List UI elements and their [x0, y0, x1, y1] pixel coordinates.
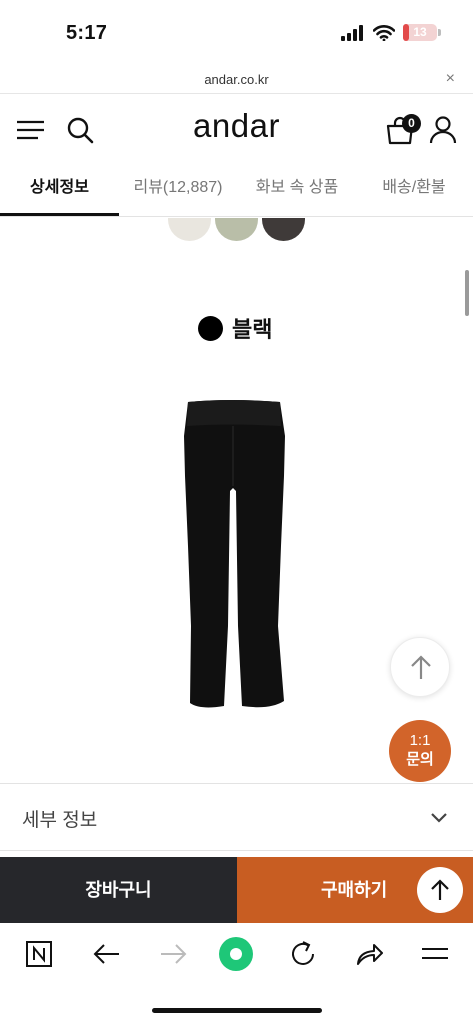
buy-now-button[interactable]: 구매하기 [237, 857, 473, 923]
scroll-to-top-button[interactable] [390, 637, 450, 697]
tab-details[interactable]: 상세정보 [0, 165, 119, 216]
add-to-cart-button[interactable]: 장바구니 [0, 857, 237, 923]
tab-shipping[interactable]: 배송/환불 [368, 165, 460, 216]
scroll-up-button[interactable] [417, 867, 463, 913]
wifi-icon [373, 24, 395, 41]
forward-arrow-icon[interactable] [158, 939, 188, 969]
active-tab-indicator [0, 213, 119, 216]
arrow-up-icon [411, 655, 431, 679]
status-icons: 13 [341, 24, 441, 41]
scrollbar[interactable] [465, 270, 469, 316]
color-swatch-sage[interactable] [215, 218, 258, 241]
signal-icon [341, 24, 363, 41]
inquiry-button[interactable]: 1:1 문의 [389, 720, 451, 782]
tab-lookbook[interactable]: 화보 속 상품 [242, 165, 352, 216]
status-bar: 5:17 13 [0, 0, 473, 66]
arrow-up-icon [431, 879, 449, 900]
close-icon[interactable]: × [446, 70, 455, 88]
naver-home-icon[interactable] [25, 939, 55, 969]
battery-icon: 13 [403, 24, 441, 41]
user-icon[interactable] [428, 115, 458, 145]
battery-level: 13 [413, 25, 427, 39]
color-swatch-charcoal[interactable] [262, 218, 305, 241]
product-tabs: 상세정보 리뷰(12,887) 화보 속 상품 배송/환불 [0, 165, 473, 217]
menu-lines-icon[interactable] [420, 939, 450, 969]
purchase-bar: 장바구니 구매하기 [0, 857, 473, 923]
inquiry-line2: 문의 [406, 751, 434, 768]
cart-count-badge: 0 [402, 114, 421, 133]
chevron-down-icon [431, 813, 447, 823]
green-dot-icon[interactable] [218, 936, 254, 972]
color-label: 블랙 [198, 312, 272, 344]
product-image [184, 400, 285, 708]
back-arrow-icon[interactable] [92, 939, 122, 969]
details-accordion[interactable]: 세부 정보 [0, 783, 473, 851]
color-name: 블랙 [232, 317, 273, 342]
tab-reviews[interactable]: 리뷰(12,887) [126, 165, 230, 216]
color-swatch-ivory[interactable] [168, 218, 211, 241]
details-label: 세부 정보 [22, 810, 98, 831]
color-dot [198, 315, 223, 341]
share-icon[interactable] [354, 939, 384, 969]
url-text[interactable]: andar.co.kr [0, 72, 473, 87]
url-bar[interactable]: andar.co.kr × [0, 66, 473, 94]
buy-now-label: 구매하기 [321, 880, 388, 900]
refresh-icon[interactable] [288, 939, 318, 969]
status-time: 5:17 [66, 22, 108, 44]
home-indicator[interactable] [152, 1008, 322, 1013]
browser-toolbar [0, 923, 473, 989]
site-header: andar 0 [0, 95, 473, 165]
inquiry-line1: 1:1 [409, 732, 431, 749]
